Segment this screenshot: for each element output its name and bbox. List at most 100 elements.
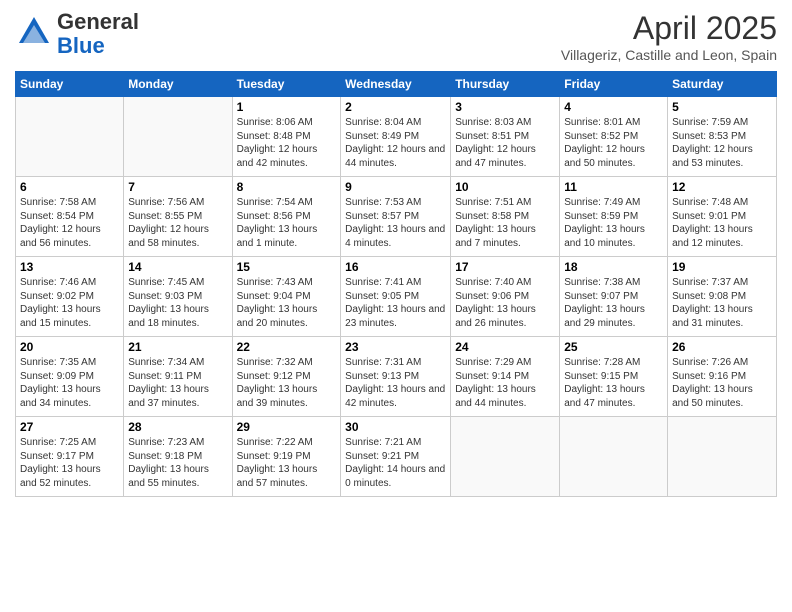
day-number: 13 [20, 260, 119, 274]
day-info: Sunrise: 7:49 AM Sunset: 8:59 PM Dayligh… [564, 196, 663, 250]
day-number: 7 [128, 180, 227, 194]
day-info: Sunrise: 7:41 AM Sunset: 9:05 PM Dayligh… [345, 276, 446, 330]
day-number: 11 [564, 180, 663, 194]
calendar-day-cell: 25 Sunrise: 7:28 AM Sunset: 9:15 PM Dayli… [560, 337, 668, 417]
day-info: Sunrise: 7:53 AM Sunset: 8:57 PM Dayligh… [345, 196, 446, 250]
calendar-day-cell: 9 Sunrise: 7:53 AM Sunset: 8:57 PM Daylig… [341, 177, 451, 257]
day-info: Sunrise: 7:48 AM Sunset: 9:01 PM Dayligh… [672, 196, 772, 250]
day-of-week-header: Monday [124, 72, 232, 97]
day-number: 26 [672, 340, 772, 354]
day-info: Sunrise: 7:31 AM Sunset: 9:13 PM Dayligh… [345, 356, 446, 410]
day-number: 25 [564, 340, 663, 354]
day-info: Sunrise: 7:51 AM Sunset: 8:58 PM Dayligh… [455, 196, 555, 250]
day-info: Sunrise: 7:29 AM Sunset: 9:14 PM Dayligh… [455, 356, 555, 410]
day-of-week-header: Friday [560, 72, 668, 97]
calendar-day-cell: 12 Sunrise: 7:48 AM Sunset: 9:01 PM Dayli… [668, 177, 777, 257]
day-info: Sunrise: 7:21 AM Sunset: 9:21 PM Dayligh… [345, 436, 446, 490]
day-number: 12 [672, 180, 772, 194]
day-info: Sunrise: 7:37 AM Sunset: 9:08 PM Dayligh… [672, 276, 772, 330]
calendar-day-cell [16, 97, 124, 177]
calendar-week-row: 13 Sunrise: 7:46 AM Sunset: 9:02 PM Dayli… [16, 257, 777, 337]
calendar-day-cell [668, 417, 777, 497]
calendar-day-cell: 22 Sunrise: 7:32 AM Sunset: 9:12 PM Dayli… [232, 337, 341, 417]
calendar-day-cell: 5 Sunrise: 7:59 AM Sunset: 8:53 PM Daylig… [668, 97, 777, 177]
calendar-day-cell [560, 417, 668, 497]
day-number: 3 [455, 100, 555, 114]
calendar-header-row: SundayMondayTuesdayWednesdayThursdayFrid… [16, 72, 777, 97]
day-number: 16 [345, 260, 446, 274]
calendar-day-cell: 10 Sunrise: 7:51 AM Sunset: 8:58 PM Dayli… [451, 177, 560, 257]
day-info: Sunrise: 8:04 AM Sunset: 8:49 PM Dayligh… [345, 116, 446, 170]
calendar-day-cell: 24 Sunrise: 7:29 AM Sunset: 9:14 PM Dayli… [451, 337, 560, 417]
calendar-day-cell: 15 Sunrise: 7:43 AM Sunset: 9:04 PM Dayli… [232, 257, 341, 337]
day-number: 23 [345, 340, 446, 354]
calendar-day-cell [124, 97, 232, 177]
day-info: Sunrise: 7:43 AM Sunset: 9:04 PM Dayligh… [237, 276, 337, 330]
day-info: Sunrise: 7:25 AM Sunset: 9:17 PM Dayligh… [20, 436, 119, 490]
day-info: Sunrise: 7:46 AM Sunset: 9:02 PM Dayligh… [20, 276, 119, 330]
day-info: Sunrise: 7:22 AM Sunset: 9:19 PM Dayligh… [237, 436, 337, 490]
page: General Blue April 2025 Villageriz, Cast… [0, 0, 792, 612]
logo-blue-text: Blue [57, 33, 105, 58]
calendar-day-cell: 23 Sunrise: 7:31 AM Sunset: 9:13 PM Dayli… [341, 337, 451, 417]
calendar-day-cell: 21 Sunrise: 7:34 AM Sunset: 9:11 PM Dayli… [124, 337, 232, 417]
calendar-week-row: 20Sunrise: 7:35 AM Sunset: 9:09 PM Dayli… [16, 337, 777, 417]
day-info: Sunrise: 7:45 AM Sunset: 9:03 PM Dayligh… [128, 276, 227, 330]
calendar-day-cell: 30Sunrise: 7:21 AM Sunset: 9:21 PM Dayli… [341, 417, 451, 497]
calendar-day-cell: 14 Sunrise: 7:45 AM Sunset: 9:03 PM Dayli… [124, 257, 232, 337]
calendar-day-cell: 4Sunrise: 8:01 AM Sunset: 8:52 PM Daylig… [560, 97, 668, 177]
day-number: 18 [564, 260, 663, 274]
day-info: Sunrise: 7:26 AM Sunset: 9:16 PM Dayligh… [672, 356, 772, 410]
day-info: Sunrise: 7:40 AM Sunset: 9:06 PM Dayligh… [455, 276, 555, 330]
day-info: Sunrise: 7:58 AM Sunset: 8:54 PM Dayligh… [20, 196, 119, 250]
day-number: 14 [128, 260, 227, 274]
day-number: 28 [128, 420, 227, 434]
header: General Blue April 2025 Villageriz, Cast… [15, 10, 777, 63]
day-number: 21 [128, 340, 227, 354]
calendar-week-row: 27Sunrise: 7:25 AM Sunset: 9:17 PM Dayli… [16, 417, 777, 497]
day-number: 10 [455, 180, 555, 194]
calendar-week-row: 1Sunrise: 8:06 AM Sunset: 8:48 PM Daylig… [16, 97, 777, 177]
location-subtitle: Villageriz, Castille and Leon, Spain [561, 47, 777, 63]
logo-general-text: General [57, 9, 139, 34]
day-info: Sunrise: 7:32 AM Sunset: 9:12 PM Dayligh… [237, 356, 337, 410]
day-info: Sunrise: 7:35 AM Sunset: 9:09 PM Dayligh… [20, 356, 119, 410]
calendar-table: SundayMondayTuesdayWednesdayThursdayFrid… [15, 71, 777, 497]
day-info: Sunrise: 7:56 AM Sunset: 8:55 PM Dayligh… [128, 196, 227, 250]
day-number: 5 [672, 100, 772, 114]
calendar-day-cell: 18Sunrise: 7:38 AM Sunset: 9:07 PM Dayli… [560, 257, 668, 337]
day-of-week-header: Thursday [451, 72, 560, 97]
logo-icon [15, 13, 53, 51]
day-number: 17 [455, 260, 555, 274]
day-number: 24 [455, 340, 555, 354]
day-number: 19 [672, 260, 772, 274]
day-number: 9 [345, 180, 446, 194]
calendar-day-cell: 27Sunrise: 7:25 AM Sunset: 9:17 PM Dayli… [16, 417, 124, 497]
calendar-day-cell: 26 Sunrise: 7:26 AM Sunset: 9:16 PM Dayli… [668, 337, 777, 417]
title-block: April 2025 Villageriz, Castille and Leon… [561, 10, 777, 63]
month-title: April 2025 [561, 10, 777, 47]
day-number: 15 [237, 260, 337, 274]
day-info: Sunrise: 7:34 AM Sunset: 9:11 PM Dayligh… [128, 356, 227, 410]
day-of-week-header: Wednesday [341, 72, 451, 97]
logo: General Blue [15, 10, 139, 58]
calendar-day-cell: 7 Sunrise: 7:56 AM Sunset: 8:55 PM Daylig… [124, 177, 232, 257]
day-number: 6 [20, 180, 119, 194]
day-number: 29 [237, 420, 337, 434]
day-number: 2 [345, 100, 446, 114]
calendar-day-cell: 17 Sunrise: 7:40 AM Sunset: 9:06 PM Dayli… [451, 257, 560, 337]
calendar-week-row: 6 Sunrise: 7:58 AM Sunset: 8:54 PM Daylig… [16, 177, 777, 257]
calendar-day-cell: 16 Sunrise: 7:41 AM Sunset: 9:05 PM Dayli… [341, 257, 451, 337]
day-number: 22 [237, 340, 337, 354]
day-info: Sunrise: 7:59 AM Sunset: 8:53 PM Dayligh… [672, 116, 772, 170]
day-number: 8 [237, 180, 337, 194]
day-of-week-header: Tuesday [232, 72, 341, 97]
calendar-day-cell [451, 417, 560, 497]
day-number: 1 [237, 100, 337, 114]
day-info: Sunrise: 7:28 AM Sunset: 9:15 PM Dayligh… [564, 356, 663, 410]
calendar-day-cell: 2 Sunrise: 8:04 AM Sunset: 8:49 PM Daylig… [341, 97, 451, 177]
day-of-week-header: Saturday [668, 72, 777, 97]
calendar-day-cell: 3Sunrise: 8:03 AM Sunset: 8:51 PM Daylig… [451, 97, 560, 177]
calendar-day-cell: 6 Sunrise: 7:58 AM Sunset: 8:54 PM Daylig… [16, 177, 124, 257]
calendar-day-cell: 19 Sunrise: 7:37 AM Sunset: 9:08 PM Dayli… [668, 257, 777, 337]
